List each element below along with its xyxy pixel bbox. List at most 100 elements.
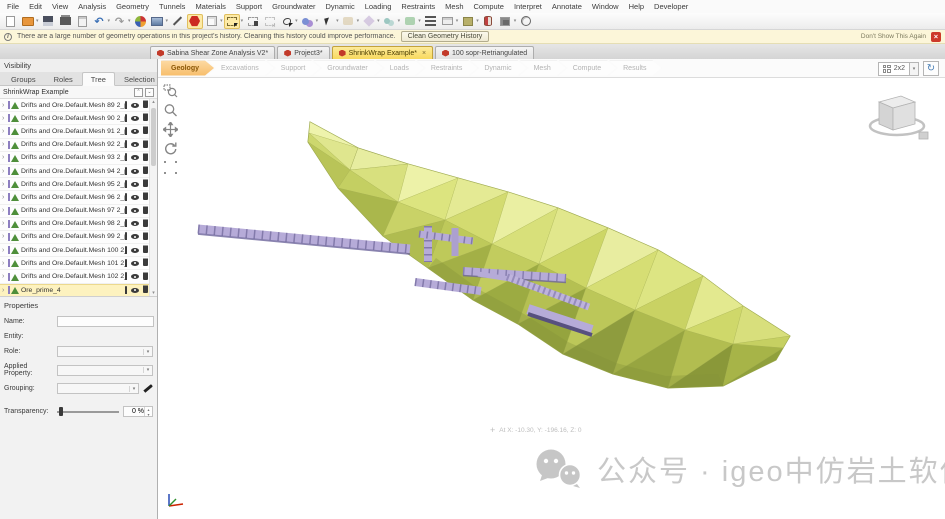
workflow-tab-compute[interactable]: Compute (559, 61, 616, 76)
pin-icon[interactable] (125, 287, 127, 294)
open-folder-icon[interactable] (20, 14, 36, 29)
pin-icon[interactable] (125, 115, 127, 122)
menu-view[interactable]: View (47, 2, 73, 11)
menu-restraints[interactable]: Restraints (396, 2, 440, 11)
eye-icon[interactable] (131, 288, 139, 293)
banner-close-icon[interactable]: × (931, 32, 941, 42)
pin-icon[interactable] (125, 233, 127, 240)
zoom-window-icon[interactable] (162, 83, 179, 99)
zoom-icon[interactable] (162, 102, 179, 118)
transparency-value-field[interactable] (124, 407, 144, 416)
dropdown-caret-icon[interactable]: ▾ (514, 18, 517, 24)
eye-icon[interactable] (131, 155, 139, 160)
dropdown-caret-icon[interactable]: ▾ (295, 18, 298, 24)
external-box-icon[interactable] (204, 14, 220, 29)
trash-icon[interactable] (143, 168, 148, 174)
edit-pencil-icon[interactable] (143, 384, 152, 392)
trash-icon[interactable] (143, 274, 148, 280)
tree-scrollbar[interactable]: ▴ ▾ (149, 99, 157, 296)
cylinder-tool-icon[interactable] (480, 14, 496, 29)
pin-icon[interactable] (125, 141, 127, 148)
view-cube[interactable] (867, 86, 931, 144)
tab-selection[interactable]: Selection (115, 72, 164, 85)
eye-icon[interactable] (131, 129, 139, 134)
tree-row[interactable]: ›Drifts and Ore.Default.Mesh 92 2_prir (0, 139, 157, 152)
trash-icon[interactable] (143, 234, 148, 240)
doc-tab-100sopr[interactable]: 100 sopr-Retriangulated (435, 46, 534, 59)
tree-row[interactable]: ›Drifts and Ore.Default.Mesh 96 2_prir (0, 191, 157, 204)
dropdown-caret-icon[interactable]: ▾ (476, 18, 479, 24)
tree-row[interactable]: ›Drifts and Ore.Default.Mesh 99 2_prir (0, 231, 157, 244)
menu-mesh[interactable]: Mesh (440, 2, 468, 11)
refresh-view-icon[interactable]: ↻ (923, 61, 939, 76)
tab-tree[interactable]: Tree (82, 72, 115, 86)
dropdown-caret-icon[interactable]: ▾ (336, 18, 339, 24)
undo-icon[interactable]: ↶ (91, 14, 107, 29)
clean-geometry-history-button[interactable]: Clean Geometry History (401, 31, 490, 42)
pin-icon[interactable] (125, 168, 127, 175)
tree-row-selected[interactable]: ›Ore_prime_4 (0, 284, 157, 297)
tree-row[interactable]: ›Drifts and Ore.Default.Mesh 90 2_prir (0, 112, 157, 125)
new-document-icon[interactable] (3, 14, 19, 29)
eye-icon[interactable] (131, 169, 139, 174)
print-icon[interactable] (57, 14, 73, 29)
tree-row[interactable]: ›Drifts and Ore.Default.Mesh 100 2_pri (0, 244, 157, 257)
compass-tool-icon[interactable] (518, 14, 534, 29)
menu-dynamic[interactable]: Dynamic (321, 2, 360, 11)
menu-help[interactable]: Help (624, 2, 649, 11)
menu-materials[interactable]: Materials (190, 2, 230, 11)
save-icon[interactable] (40, 14, 56, 29)
eye-icon[interactable] (131, 248, 139, 253)
tree-row[interactable]: ›Drifts and Ore.Default.Mesh 94 2_prir (0, 165, 157, 178)
trash-icon[interactable] (143, 142, 148, 148)
menu-compute[interactable]: Compute (469, 2, 509, 11)
workflow-tab-dynamic[interactable]: Dynamic (470, 61, 526, 76)
trash-icon[interactable] (143, 247, 148, 253)
trash-icon[interactable] (143, 102, 148, 108)
pin-icon[interactable] (125, 102, 127, 109)
collapse-all-icon[interactable]: ⌄ (145, 88, 154, 97)
menu-interpret[interactable]: Interpret (509, 2, 547, 11)
scroll-up-icon[interactable]: ▴ (150, 99, 157, 105)
mesh-box-icon[interactable] (497, 14, 513, 29)
tab-roles[interactable]: Roles (45, 72, 82, 85)
tree-row[interactable]: ›Drifts and Ore.Default.Mesh 98 2_prir (0, 218, 157, 231)
tab-close-icon[interactable]: × (422, 50, 426, 57)
trash-icon[interactable] (143, 128, 148, 134)
pin-icon[interactable] (125, 247, 127, 254)
eye-icon[interactable] (131, 142, 139, 147)
workflow-tab-restraints[interactable]: Restraints (417, 61, 478, 76)
name-field[interactable] (57, 316, 154, 327)
shrink-tool-icon[interactable] (340, 14, 356, 29)
dropdown-caret-icon[interactable]: ▾ (456, 18, 459, 24)
pan-icon[interactable] (162, 121, 179, 137)
grouping-select[interactable]: ▾ (57, 383, 139, 394)
slider-handle[interactable] (59, 407, 63, 416)
pin-icon[interactable] (125, 194, 127, 201)
eye-icon[interactable] (131, 208, 139, 213)
trash-icon[interactable] (143, 287, 148, 293)
workflow-tab-geology[interactable]: Geology (161, 61, 214, 76)
chevron-down-icon[interactable]: ▾ (129, 386, 138, 392)
chevron-down-icon[interactable]: ▾ (143, 367, 152, 373)
eye-icon[interactable] (131, 103, 139, 108)
transparency-slider[interactable] (57, 406, 119, 417)
eye-icon[interactable] (131, 234, 139, 239)
trash-icon[interactable] (143, 260, 148, 266)
pin-icon[interactable] (125, 273, 127, 280)
tree-row[interactable]: ›Drifts and Ore.Default.Mesh 89 2_prir (0, 99, 157, 112)
menu-annotate[interactable]: Annotate (547, 2, 587, 11)
menu-loading[interactable]: Loading (360, 2, 397, 11)
lock-selection-icon[interactable] (245, 14, 261, 29)
menu-window[interactable]: Window (587, 2, 624, 11)
dropdown-caret-icon[interactable]: ▾ (377, 18, 380, 24)
dropdown-caret-icon[interactable]: ▾ (316, 18, 319, 24)
trash-icon[interactable] (143, 115, 148, 121)
tree-row[interactable]: ›Drifts and Ore.Default.Mesh 101 2_pri (0, 257, 157, 270)
workflow-tab-results[interactable]: Results (609, 61, 661, 76)
eye-icon[interactable] (131, 182, 139, 187)
trash-icon[interactable] (143, 181, 148, 187)
pin-icon[interactable] (125, 154, 127, 161)
boolean-tool-icon[interactable] (381, 14, 397, 29)
pin-icon[interactable] (125, 128, 127, 135)
